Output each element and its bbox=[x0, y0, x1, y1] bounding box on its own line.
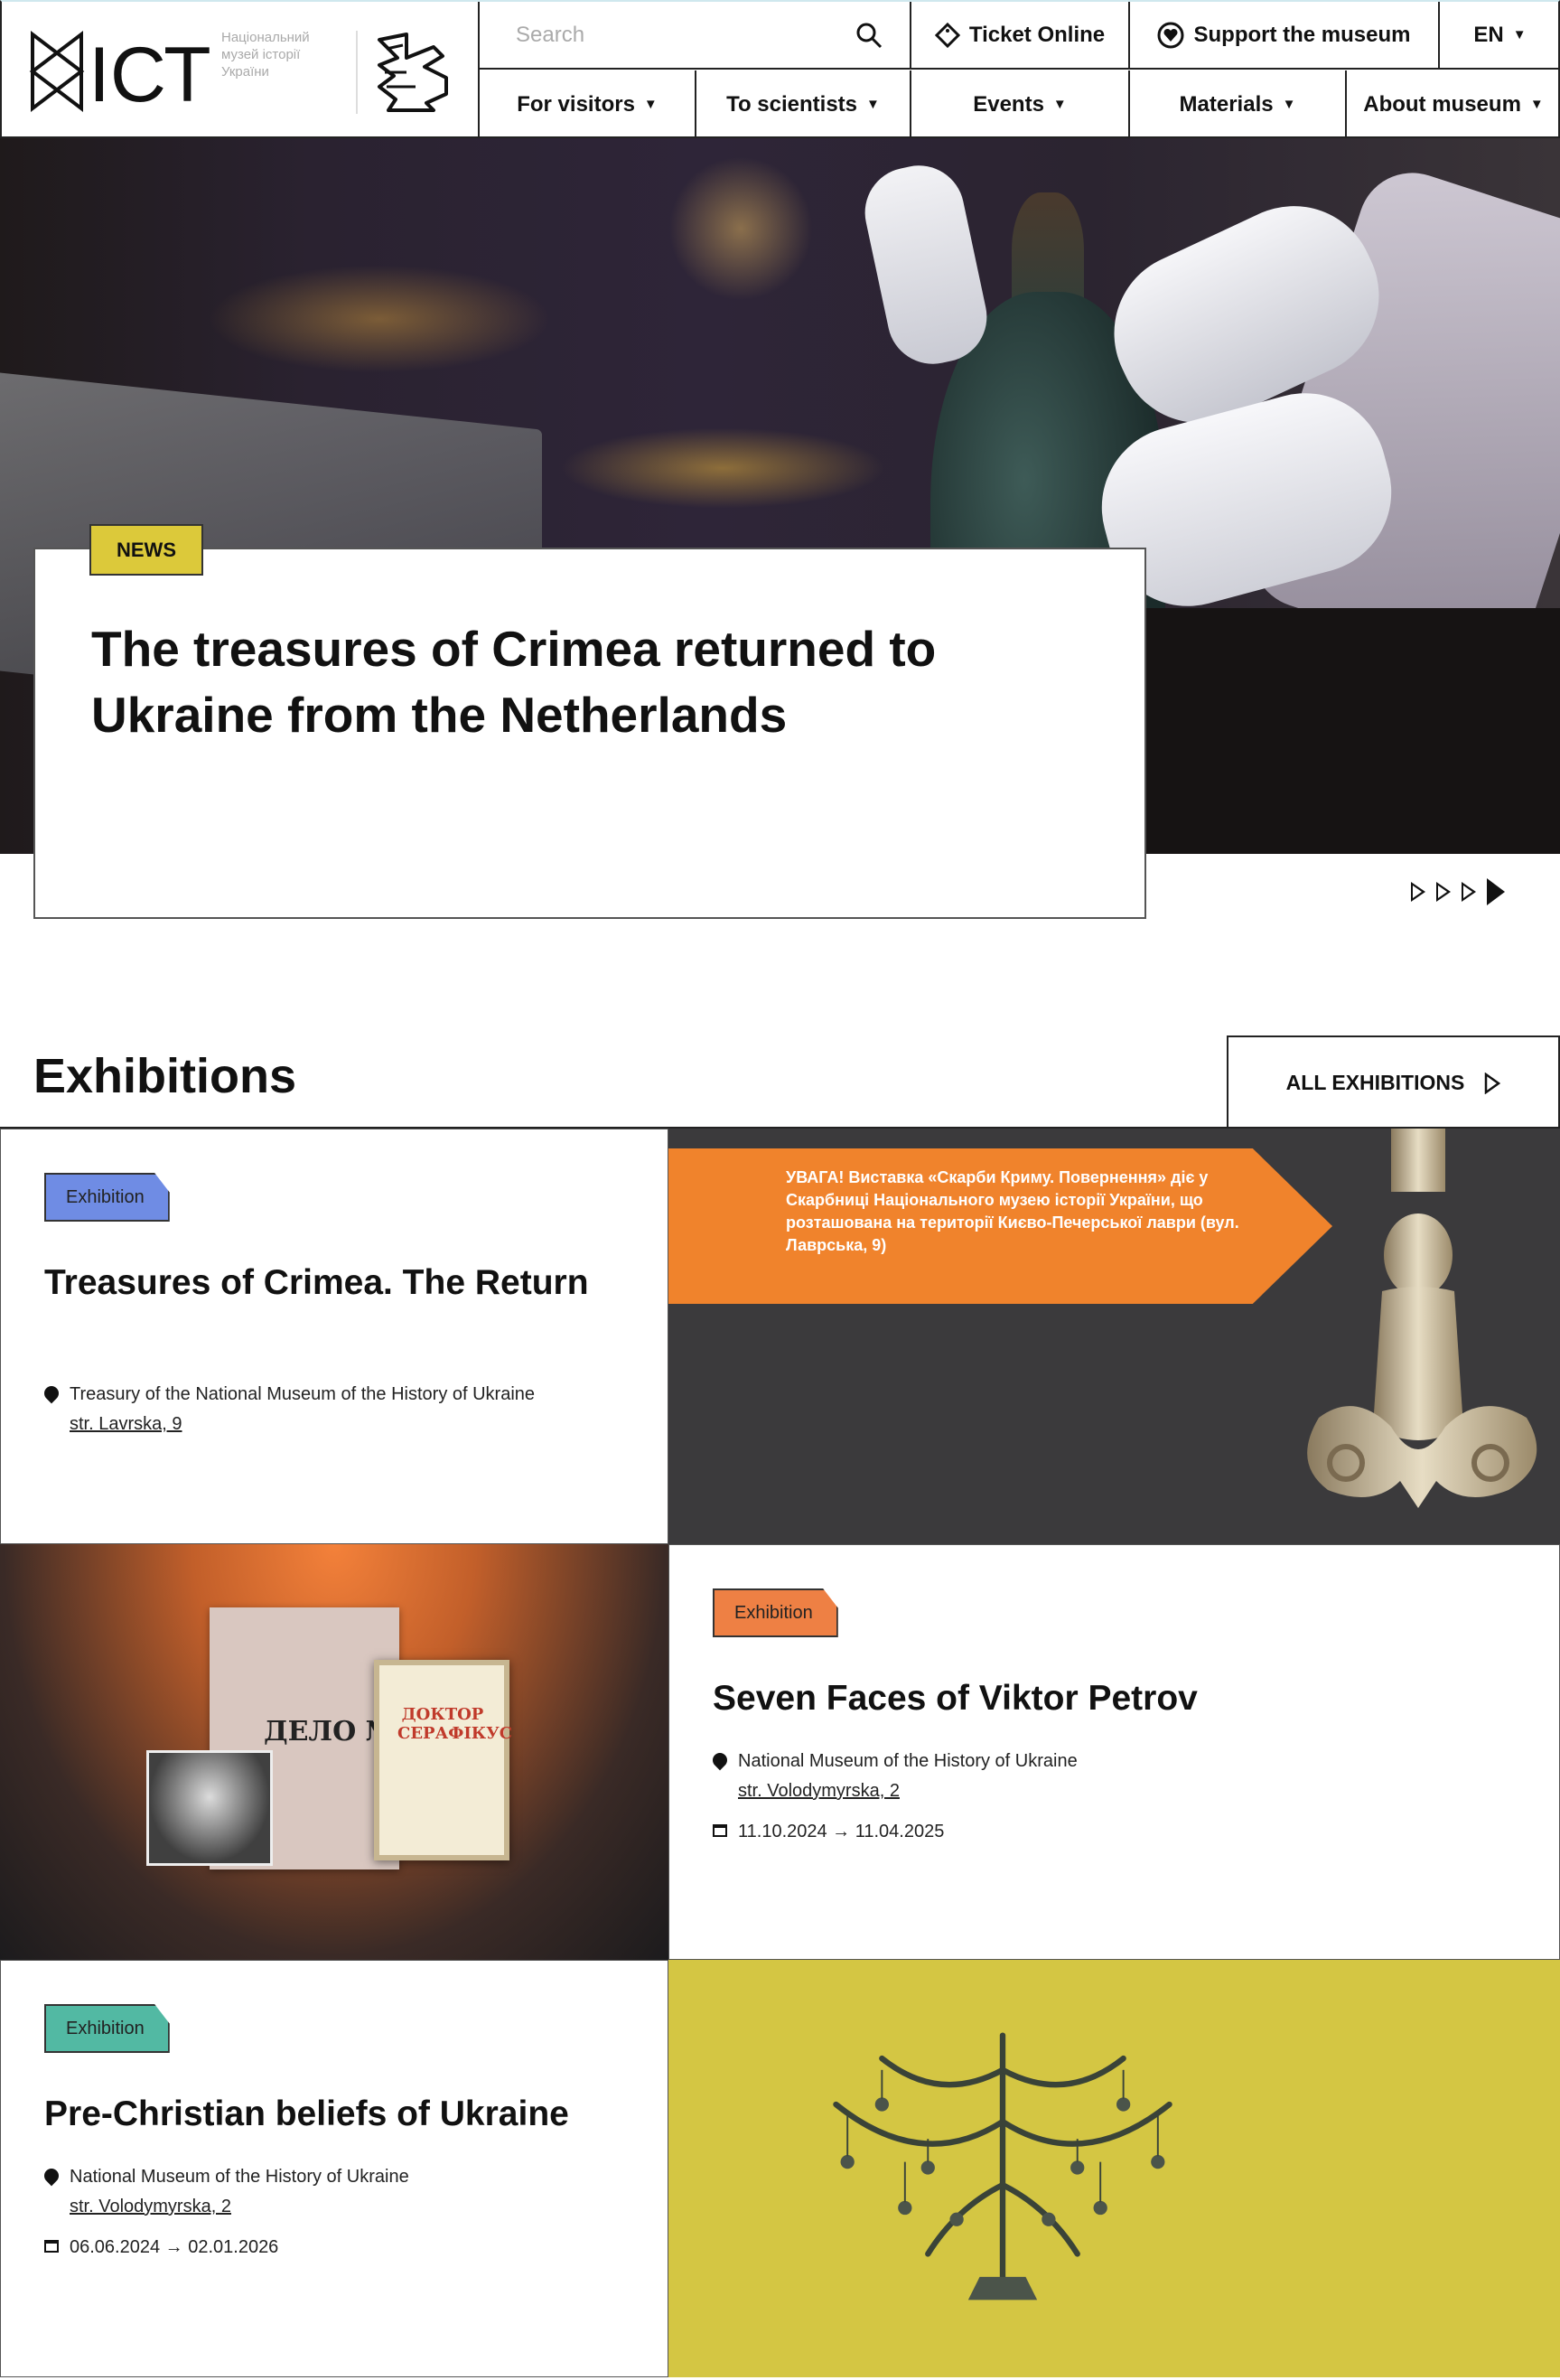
warning-banner-text: УВАГА! Виставка «Скарби Криму. Поверненн… bbox=[786, 1168, 1239, 1254]
all-exhibitions-label: ALL EXHIBITIONS bbox=[1285, 1071, 1465, 1094]
exhibition-image-1[interactable]: УВАГА! Виставка «Скарби Криму. Поверненн… bbox=[668, 1129, 1560, 1544]
logo-divider bbox=[356, 31, 358, 114]
exhibition-dates: 06.06.2024 → 02.01.2026 bbox=[44, 2237, 278, 2258]
address-link[interactable]: str. Lavrska, 9 bbox=[70, 1414, 535, 1435]
exhibition-location: Treasury of the National Museum of the H… bbox=[41, 1382, 536, 1435]
exhibition-card-1[interactable]: Exhibition Treasures of Crimea. The Retu… bbox=[0, 1129, 668, 1544]
exhibition-card-2[interactable]: Exhibition Seven Faces of Viktor Petrov … bbox=[668, 1544, 1560, 1960]
slider-controls bbox=[1411, 878, 1505, 905]
book-cover: ДОКТОР СЕРАФІКУС bbox=[374, 1660, 513, 1860]
location-name: National Museum of the History of Ukrain… bbox=[70, 2167, 409, 2187]
portrait-photo bbox=[146, 1750, 273, 1866]
chevron-down-icon: ▼ bbox=[1282, 97, 1296, 112]
nav-events[interactable]: Events ▼ bbox=[911, 70, 1130, 138]
nav-about-museum[interactable]: About museum ▼ bbox=[1347, 70, 1560, 138]
exhibition-dates: 11.10.2024 → 11.04.2025 bbox=[713, 1822, 944, 1842]
header-utility-bar: Ticket Online Support the museum EN ▼ bbox=[480, 2, 1560, 70]
location-pin-icon bbox=[41, 1382, 62, 1404]
logo-subtitle: Національний музей історії України bbox=[221, 30, 310, 80]
language-label: EN bbox=[1473, 22, 1504, 47]
nav-for-visitors[interactable]: For visitors ▼ bbox=[480, 70, 696, 138]
nav-label: Materials bbox=[1179, 91, 1274, 117]
chevron-down-icon: ▼ bbox=[643, 97, 658, 112]
address-link[interactable]: str. Volodymyrska, 2 bbox=[70, 2197, 409, 2217]
arrow-right-icon bbox=[1485, 1072, 1501, 1094]
chevron-down-icon: ▼ bbox=[1052, 97, 1067, 112]
book-title: ДОКТОР СЕРАФІКУС bbox=[397, 1705, 513, 1743]
ticket-online-link[interactable]: Ticket Online bbox=[911, 2, 1130, 68]
nav-materials[interactable]: Materials ▼ bbox=[1130, 70, 1347, 138]
search-box[interactable] bbox=[480, 2, 911, 68]
slide-4-indicator-icon[interactable] bbox=[1487, 878, 1505, 905]
ticket-icon bbox=[934, 22, 960, 48]
exhibition-image-2[interactable]: ДЕЛО № ДОКТОР СЕРАФІКУС bbox=[0, 1544, 668, 1960]
support-museum-link[interactable]: Support the museum bbox=[1130, 2, 1440, 68]
chevron-down-icon: ▼ bbox=[866, 97, 880, 112]
search-input[interactable] bbox=[516, 22, 841, 48]
date-range: 11.10.2024 → 11.04.2025 bbox=[738, 1822, 945, 1841]
exhibition-tag: Exhibition bbox=[44, 1173, 170, 1222]
exhibition-location: National Museum of the History of Ukrain… bbox=[709, 1749, 1078, 1802]
exhibition-tag: Exhibition bbox=[713, 1588, 838, 1637]
nav-label: To scientists bbox=[726, 91, 858, 117]
logo[interactable]: ІСТ Національний музей історії України bbox=[2, 2, 480, 138]
slide-3-indicator-icon[interactable] bbox=[1462, 882, 1476, 902]
nav-label: For visitors bbox=[517, 91, 635, 117]
location-name: Treasury of the National Museum of the H… bbox=[70, 1384, 536, 1404]
support-museum-label: Support the museum bbox=[1193, 22, 1411, 47]
exhibitions-grid: Exhibition Treasures of Crimea. The Retu… bbox=[0, 1127, 1560, 2377]
date-range: 06.06.2024 → 02.01.2026 bbox=[70, 2237, 279, 2257]
search-icon[interactable] bbox=[855, 22, 883, 49]
ivory-figurine-image bbox=[1307, 1129, 1537, 1508]
address-link[interactable]: str. Volodymyrska, 2 bbox=[738, 1781, 1078, 1802]
calendar-icon bbox=[44, 2240, 59, 2253]
ticket-online-label: Ticket Online bbox=[968, 22, 1106, 47]
logo-wordmark: ІСТ bbox=[89, 32, 211, 115]
nav-label: Events bbox=[973, 91, 1044, 117]
calendar-icon bbox=[713, 1824, 727, 1837]
language-selector[interactable]: EN ▼ bbox=[1440, 2, 1560, 68]
slide-1-indicator-icon[interactable] bbox=[1411, 882, 1425, 902]
main-nav: For visitors ▼ To scientists ▼ Events ▼ … bbox=[480, 70, 1560, 138]
griffin-emblem-icon bbox=[378, 33, 448, 112]
heart-icon bbox=[1157, 22, 1184, 48]
museum-logo-icon: ІСТ bbox=[29, 30, 211, 115]
news-tag: NEWS bbox=[89, 524, 203, 576]
exhibition-image-3[interactable] bbox=[668, 1960, 1560, 2377]
chevron-down-icon: ▼ bbox=[1512, 27, 1527, 42]
exhibition-tag: Exhibition bbox=[44, 2004, 170, 2053]
exhibition-title[interactable]: Pre-Christian beliefs of Ukraine bbox=[44, 2087, 668, 2141]
hero-news-card[interactable]: The treasures of Crimea returned to Ukra… bbox=[33, 548, 1146, 919]
exhibition-title[interactable]: Seven Faces of Viktor Petrov bbox=[713, 1672, 1526, 1726]
exhibition-card-3[interactable]: Exhibition Pre-Christian beliefs of Ukra… bbox=[0, 1960, 668, 2377]
bronze-chandelier-image bbox=[833, 2032, 1172, 2300]
nav-to-scientists[interactable]: To scientists ▼ bbox=[696, 70, 911, 138]
exhibition-location: National Museum of the History of Ukrain… bbox=[41, 2165, 409, 2217]
all-exhibitions-button[interactable]: ALL EXHIBITIONS bbox=[1227, 1035, 1560, 1129]
hero-title[interactable]: The treasures of Crimea returned to Ukra… bbox=[91, 616, 1067, 748]
slide-2-indicator-icon[interactable] bbox=[1436, 882, 1451, 902]
exhibition-title[interactable]: Treasures of Crimea. The Return bbox=[44, 1256, 622, 1310]
chevron-down-icon: ▼ bbox=[1529, 97, 1544, 112]
location-pin-icon bbox=[709, 1749, 731, 1771]
location-pin-icon bbox=[41, 2165, 62, 2187]
site-header: ІСТ Національний музей історії України S… bbox=[0, 0, 1560, 138]
section-title: Exhibitions bbox=[33, 1049, 297, 1103]
nav-label: About museum bbox=[1363, 91, 1521, 117]
location-name: National Museum of the History of Ukrain… bbox=[738, 1751, 1078, 1771]
